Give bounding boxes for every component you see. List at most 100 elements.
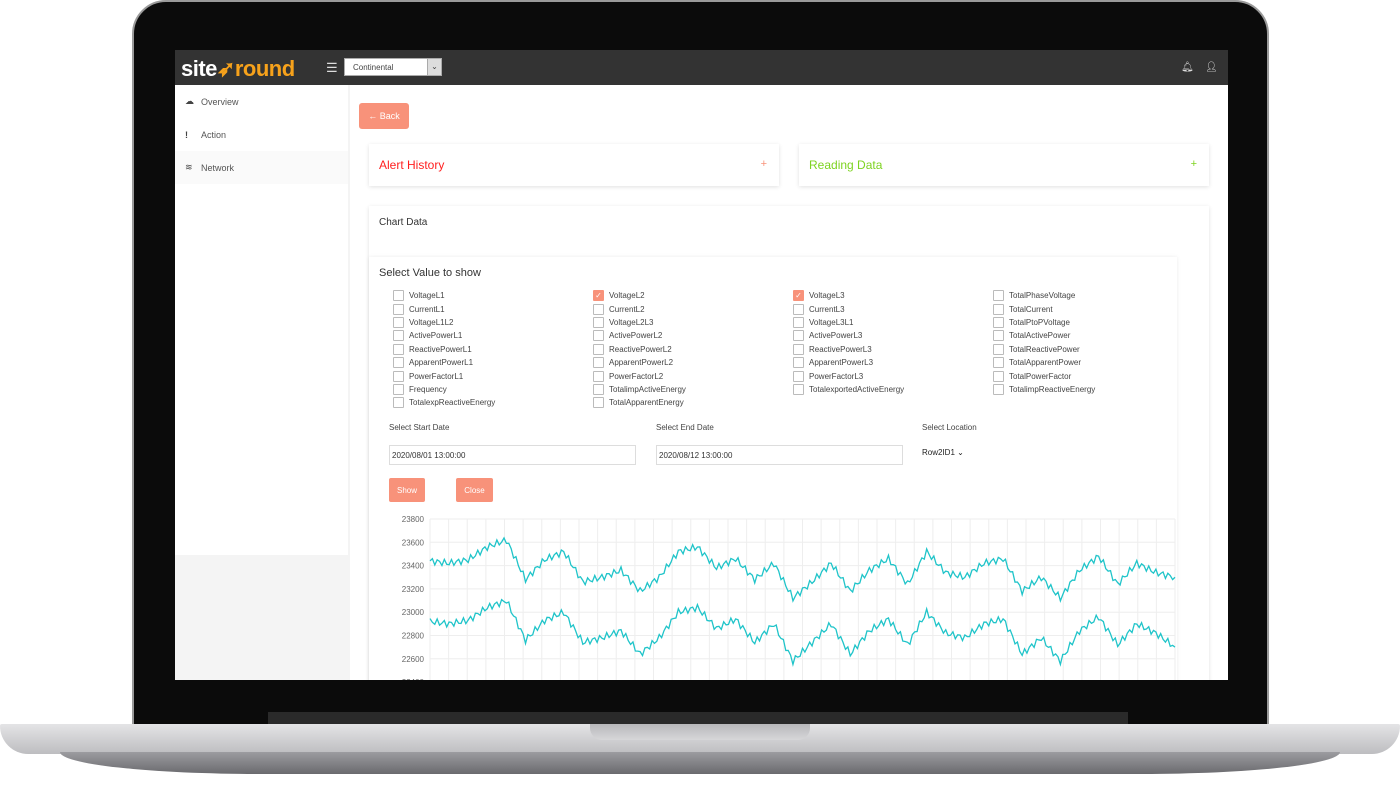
checkbox-box[interactable] (993, 357, 1004, 369)
back-button[interactable]: ← Back (359, 103, 409, 129)
end-date-input[interactable] (656, 445, 903, 465)
checkbox-box[interactable] (393, 343, 404, 355)
checkbox-voltagel3l1[interactable]: VoltageL3L1 (793, 316, 904, 329)
checkbox-apparentpowerl2[interactable]: ApparentPowerL2 (593, 356, 686, 369)
y-tick-label: 22800 (402, 632, 425, 641)
checkbox-box[interactable] (393, 370, 404, 382)
logo[interactable]: site➶round (181, 56, 295, 82)
cloud-icon: ☁︎ (185, 96, 194, 106)
checkbox-totalcurrent[interactable]: TotalCurrent (993, 302, 1095, 315)
sidebar-item-network[interactable]: ≋ Network (175, 151, 348, 184)
checkbox-box[interactable] (593, 316, 604, 328)
alert-history-title: Alert History (379, 158, 445, 172)
checkbox-totalphasevoltage[interactable]: TotalPhaseVoltage (993, 289, 1095, 302)
checkbox-box[interactable] (993, 343, 1004, 355)
show-button[interactable]: Show (389, 478, 425, 502)
bell-icon[interactable]: 🔔︎ (1181, 62, 1194, 73)
sidebar-item-action[interactable]: ! Action (175, 118, 348, 151)
checkbox-label: TotalCurrent (1009, 304, 1053, 314)
checkbox-powerfactorl1[interactable]: PowerFactorL1 (393, 369, 495, 382)
checkbox-label: CurrentL3 (809, 304, 845, 314)
checkbox-box[interactable] (793, 357, 804, 369)
checkbox-box[interactable] (593, 330, 604, 342)
checkbox-box[interactable] (593, 397, 604, 409)
start-date-input[interactable] (389, 445, 636, 465)
checkbox-box[interactable] (793, 303, 804, 315)
checkbox-totalreactivepower[interactable]: TotalReactivePower (993, 343, 1095, 356)
checkbox-box[interactable] (993, 303, 1004, 315)
checkbox-voltagel3[interactable]: ✓ VoltageL3 (793, 289, 904, 302)
checkbox-box[interactable] (593, 303, 604, 315)
y-tick-label: 22400 (402, 678, 425, 680)
chart-data-title: Chart Data (379, 217, 428, 228)
checkbox-frequency[interactable]: Frequency (393, 383, 495, 396)
close-button[interactable]: Close (456, 478, 493, 502)
checkbox-powerfactorl3[interactable]: PowerFactorL3 (793, 369, 904, 382)
reading-data-panel[interactable]: Reading Data + (799, 144, 1209, 186)
checkbox-box[interactable] (393, 303, 404, 315)
checkbox-label: TotalPtoPVoltage (1009, 317, 1070, 327)
checkbox-totalpowerfactor[interactable]: TotalPowerFactor (993, 369, 1095, 382)
expand-plus-icon[interactable]: + (1191, 158, 1197, 170)
checkbox-box[interactable] (393, 383, 404, 395)
checkbox-totalactivepower[interactable]: TotalActivePower (993, 329, 1095, 342)
checkmark-icon[interactable]: ✓ (593, 290, 604, 302)
checkbox-currentl2[interactable]: CurrentL2 (593, 302, 686, 315)
checkbox-totalapparentenergy[interactable]: TotalApparentEnergy (593, 396, 686, 409)
company-select[interactable]: Continental ⌄ (344, 58, 442, 76)
checkbox-label: ReactivePowerL3 (809, 344, 872, 354)
checkbox-voltagel2l3[interactable]: VoltageL2L3 (593, 316, 686, 329)
checkbox-box[interactable] (993, 370, 1004, 382)
location-select[interactable]: Row2ID1 ⌄ (922, 448, 964, 457)
checkbox-totalimpactiveenergy[interactable]: TotalimpActiveEnergy (593, 383, 686, 396)
checkbox-box[interactable] (793, 330, 804, 342)
checkbox-box[interactable] (593, 343, 604, 355)
expand-plus-icon[interactable]: + (761, 158, 767, 170)
user-icon[interactable]: 👤︎ (1205, 62, 1218, 73)
checkbox-label: Frequency (409, 384, 447, 394)
checkbox-reactivepowerl3[interactable]: ReactivePowerL3 (793, 343, 904, 356)
checkbox-box[interactable] (393, 290, 404, 302)
checkbox-box[interactable] (393, 357, 404, 369)
checkbox-box[interactable] (993, 383, 1004, 395)
alert-history-panel[interactable]: Alert History + (369, 144, 779, 186)
sidebar-item-overview[interactable]: ☁︎ Overview (175, 85, 348, 118)
checkbox-voltagel1l2[interactable]: VoltageL1L2 (393, 316, 495, 329)
checkbox-box[interactable] (793, 316, 804, 328)
checkbox-box[interactable] (593, 383, 604, 395)
checkbox-activepowerl1[interactable]: ActivePowerL1 (393, 329, 495, 342)
checkbox-reactivepowerl2[interactable]: ReactivePowerL2 (593, 343, 686, 356)
checkbox-powerfactorl2[interactable]: PowerFactorL2 (593, 369, 686, 382)
checkbox-box[interactable] (393, 330, 404, 342)
checkbox-box[interactable] (993, 290, 1004, 302)
checkbox-totalexpreactiveenergy[interactable]: TotalexpReactiveEnergy (393, 396, 495, 409)
checkbox-totalimpreactiveenergy[interactable]: TotalimpReactiveEnergy (993, 383, 1095, 396)
checkbox-apparentpowerl3[interactable]: ApparentPowerL3 (793, 356, 904, 369)
checkbox-apparentpowerl1[interactable]: ApparentPowerL1 (393, 356, 495, 369)
laptop-notch (590, 724, 810, 740)
checkmark-icon[interactable]: ✓ (793, 290, 804, 302)
checkbox-totalptopvoltage[interactable]: TotalPtoPVoltage (993, 316, 1095, 329)
checkbox-box[interactable] (393, 316, 404, 328)
checkbox-box[interactable] (593, 370, 604, 382)
checkbox-box[interactable] (793, 383, 804, 395)
checkbox-voltagel2[interactable]: ✓ VoltageL2 (593, 289, 686, 302)
checkbox-box[interactable] (393, 397, 404, 409)
hamburger-menu-icon[interactable]: ☰ (326, 60, 338, 76)
checkbox-box[interactable] (793, 343, 804, 355)
checkbox-totalexportedactiveenergy[interactable]: TotalexportedActiveEnergy (793, 383, 904, 396)
checkbox-voltagel1[interactable]: VoltageL1 (393, 289, 495, 302)
y-tick-label: 23200 (402, 585, 425, 594)
checkbox-currentl3[interactable]: CurrentL3 (793, 302, 904, 315)
checkbox-activepowerl2[interactable]: ActivePowerL2 (593, 329, 686, 342)
checkbox-totalapparentpower[interactable]: TotalApparentPower (993, 356, 1095, 369)
checkbox-label: ActivePowerL3 (809, 331, 863, 341)
checkbox-box[interactable] (793, 370, 804, 382)
checkbox-box[interactable] (993, 316, 1004, 328)
checkbox-reactivepowerl1[interactable]: ReactivePowerL1 (393, 343, 495, 356)
checkbox-box[interactable] (993, 330, 1004, 342)
checkbox-activepowerl3[interactable]: ActivePowerL3 (793, 329, 904, 342)
laptop-hinge (268, 712, 1128, 724)
checkbox-currentl1[interactable]: CurrentL1 (393, 302, 495, 315)
checkbox-box[interactable] (593, 357, 604, 369)
